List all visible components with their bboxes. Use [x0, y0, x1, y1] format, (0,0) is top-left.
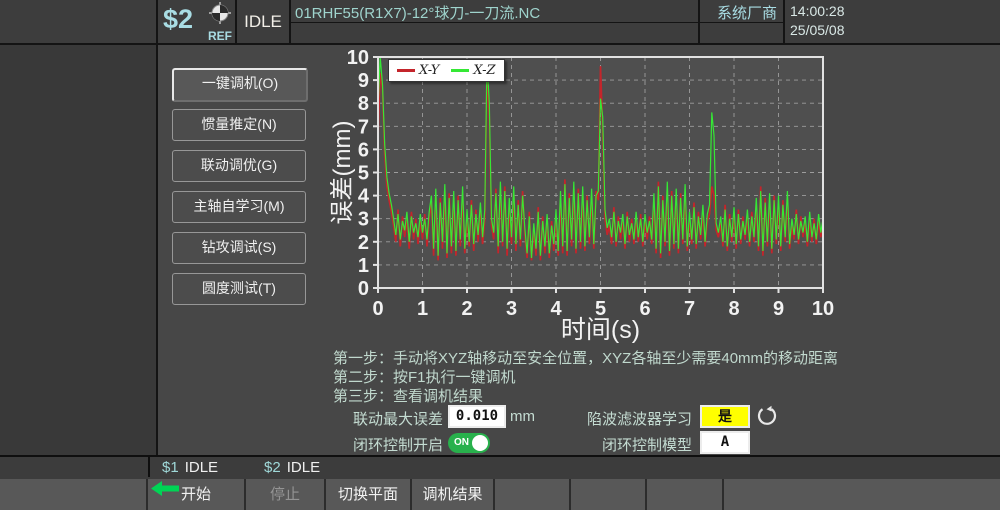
svg-text:8: 8	[728, 298, 739, 320]
svg-text:7: 7	[684, 298, 695, 320]
max-error-input[interactable]: 0.010	[448, 405, 506, 428]
closed-loop-toggle[interactable]: ON	[448, 433, 490, 453]
softkey-empty-1[interactable]	[495, 479, 569, 510]
svg-text:2: 2	[358, 232, 369, 254]
notch-filter-select[interactable]: 是	[700, 405, 750, 428]
channel-2-state: IDLE	[286, 458, 321, 476]
instruction-step-2: 第二步：按F1执行一键调机	[333, 369, 516, 386]
clock: 14:00:28 25/05/08	[790, 2, 845, 40]
sidebar-button-one-key-tuning[interactable]: 一键调机(O)	[172, 68, 308, 102]
channel-2-status: $2 IDLE	[264, 459, 320, 476]
divider	[156, 0, 158, 43]
svg-text:10: 10	[812, 298, 834, 320]
svg-text:2: 2	[461, 298, 472, 320]
legend-item-xz: X-Z	[451, 63, 496, 78]
softkey-stop[interactable]: 停止	[246, 479, 324, 510]
date-value: 25/05/08	[790, 22, 845, 38]
softkey-empty-2[interactable]	[571, 479, 645, 510]
svg-text:9: 9	[358, 70, 369, 92]
svg-text:8: 8	[358, 93, 369, 115]
channel-1-status: $1 IDLE	[162, 459, 218, 476]
machine-tuning-screen: $2 REF IDLE 01RHF55(R1X7)-12°球刀-一刀流.NC 系…	[0, 0, 1000, 510]
closed-loop-model-select[interactable]: A	[700, 431, 750, 454]
left-panel	[0, 45, 158, 455]
vendor-label: 系统厂商	[716, 5, 777, 22]
svg-text:3: 3	[506, 298, 517, 320]
softkey-bar: 开始 停止 切换平面 调机结果	[0, 479, 1000, 510]
channel-1-id: $1	[162, 458, 179, 476]
instruction-step-3: 第三步：查看调机结果	[333, 388, 484, 405]
sidebar-button-inertia-estimation[interactable]: 惯量推定(N)	[172, 109, 306, 141]
sidebar-button-spindle-self-learning[interactable]: 主轴自学习(M)	[172, 191, 306, 223]
legend-label: X-Z	[473, 63, 496, 78]
reference-target-icon	[209, 2, 231, 24]
title-bar: $2 REF IDLE 01RHF55(R1X7)-12°球刀-一刀流.NC 系…	[0, 0, 1000, 45]
divider	[783, 0, 785, 43]
svg-text:7: 7	[358, 116, 369, 138]
xy-series-swatch	[397, 69, 415, 72]
svg-text:4: 4	[358, 186, 370, 208]
refresh-icon[interactable]	[755, 405, 779, 427]
sidebar-button-tapping-debug[interactable]: 钻攻调试(S)	[172, 232, 306, 264]
max-error-label: 联动最大误差	[352, 411, 443, 428]
chart-legend: X-Y X-Z	[388, 59, 505, 82]
svg-text:9: 9	[773, 298, 784, 320]
channel-1-state: IDLE	[184, 458, 219, 476]
closed-loop-model-label: 闭环控制模型	[601, 437, 692, 454]
softkey-left-slab	[0, 479, 146, 510]
svg-text:6: 6	[639, 298, 650, 320]
program-filename: 01RHF55(R1X7)-12°球刀-一刀流.NC	[295, 5, 541, 22]
svg-text:10: 10	[347, 48, 369, 69]
svg-text:0: 0	[372, 298, 383, 320]
divider	[289, 22, 783, 23]
instruction-step-1: 第一步：手动将XYZ轴移动至安全位置，XYZ各轴至少需要40mm的移动距离	[333, 350, 839, 367]
legend-label: X-Y	[419, 63, 440, 78]
softkey-switch-plane[interactable]: 切换平面	[326, 479, 410, 510]
sidebar-button-linkage-optimization[interactable]: 联动调优(G)	[172, 150, 306, 182]
softkey-empty-3[interactable]	[647, 479, 722, 510]
legend-item-xy: X-Y	[397, 63, 439, 78]
channel-2-id: $2	[264, 458, 281, 476]
toggle-state-label: ON	[454, 437, 469, 448]
notch-filter-label: 陷波滤波器学习	[586, 411, 692, 428]
xz-series-swatch	[451, 69, 470, 72]
svg-text:0: 0	[358, 278, 369, 300]
back-arrow-icon	[151, 481, 179, 501]
ref-label: REF	[208, 29, 232, 43]
svg-text:时间(s): 时间(s)	[561, 316, 640, 344]
svg-text:3: 3	[358, 209, 369, 231]
channel-indicator: $2	[163, 4, 194, 34]
svg-text:1: 1	[417, 298, 428, 320]
machine-mode-status: IDLE	[244, 12, 282, 31]
softkey-empty-4[interactable]	[724, 479, 1000, 510]
max-error-unit: mm	[510, 408, 535, 425]
closed-loop-switch-label: 闭环控制开启	[352, 437, 443, 454]
svg-text:1: 1	[358, 255, 369, 277]
softkey-tuning-result[interactable]: 调机结果	[412, 479, 493, 510]
time-value: 14:00:28	[790, 3, 845, 19]
chart-canvas: 0 1 2 3 4 5 6 7 8 9 10012345678910时间(s)误差(mm)	[329, 47, 834, 344]
toggle-knob	[472, 435, 488, 451]
reference-indicator: REF	[203, 1, 237, 42]
svg-text:6: 6	[358, 139, 369, 161]
svg-text:误差(mm): 误差(mm)	[330, 121, 356, 225]
svg-text:5: 5	[358, 163, 369, 185]
error-time-chart: 0 1 2 3 4 5 6 7 8 9 10 0 1 2 3 4 5 6 7 8 9 10 时间(s) 误差(mm)	[329, 47, 845, 344]
sidebar-button-roundness-test[interactable]: 圆度测试(T)	[172, 273, 306, 305]
